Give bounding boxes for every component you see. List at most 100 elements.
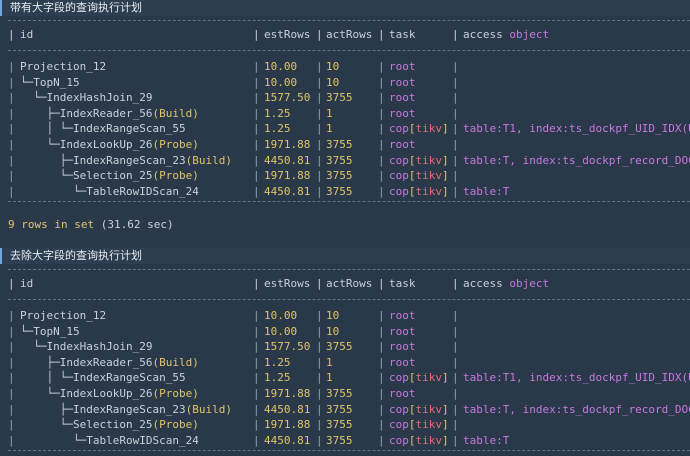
act-rows: 3755: [326, 153, 353, 167]
table-header-row: | id | estRows | actRows | task | access object: [8, 28, 550, 41]
task-type: root: [389, 138, 416, 151]
operator-role: (Build): [185, 153, 232, 167]
col-id: id: [20, 277, 34, 290]
operator-name: IndexHashJoin_29: [46, 340, 153, 354]
tree-connector: │ └─: [20, 371, 73, 385]
task-type: root: [389, 309, 416, 322]
operator-role: (Probe): [152, 387, 199, 400]
task-store: tikv: [415, 371, 443, 385]
est-rows: 1971.88: [264, 169, 311, 183]
operator-name: IndexRangeScan_23: [72, 402, 186, 416]
table-row: | └─IndexHashJoin_29 | 1577.50 | 3755 | root |: [8, 91, 459, 105]
access-object: table:T1, index:ts_dockpf_UID_IDX(UID: [463, 122, 690, 136]
col-access: access: [463, 28, 503, 41]
task-type: cop: [389, 402, 409, 416]
row-count: 9: [8, 218, 15, 231]
tree-connector: └─: [20, 324, 34, 338]
col-object: object: [509, 28, 550, 41]
task-type: cop: [389, 184, 409, 198]
table-row: | └─TableRowIDScan_24 | 4450.81 | 3755 | cop[t…: [8, 433, 510, 447]
operator-name: IndexRangeScan_55: [72, 371, 186, 385]
row-count-text: rows in set: [21, 218, 95, 231]
tree-connector: └─: [20, 418, 73, 432]
table-row: | └─TableRowIDScan_24 | 4450.81 | 3755 | cop[t…: [8, 184, 510, 198]
act-rows: 3755: [326, 91, 353, 105]
access-object: table:T1, index:ts_dockpf_UID_IDX(UID: [463, 371, 690, 385]
access-object: table:T, index:ts_dockpf_record_DOCK: [463, 402, 690, 416]
table-row: | ├─IndexReader_56(Build) | 1.25 | 1 | root |: [8, 355, 459, 369]
tree-connector: └─: [20, 169, 73, 183]
est-rows: 1577.50: [264, 91, 311, 105]
tree-connector: └─: [20, 138, 60, 151]
task-type: cop: [389, 433, 409, 447]
act-rows: 3755: [326, 169, 353, 183]
est-rows: 1.25: [264, 106, 291, 120]
table-row: | ├─IndexRangeScan_23(Build) | 4450.81 | 375…: [8, 402, 690, 418]
est-rows: 1577.50: [264, 340, 311, 354]
tree-connector: └─: [20, 91, 47, 105]
operator-name: Projection_12: [20, 309, 107, 322]
tree-connector: │ └─: [20, 122, 73, 136]
task-type: root: [389, 106, 416, 120]
operator-name: IndexRangeScan_55: [72, 122, 186, 136]
operator-role: (Probe): [152, 138, 199, 151]
est-rows: 1971.88: [264, 387, 311, 400]
result-summary: 9 rows in set (31.62 sec): [8, 217, 174, 233]
col-id: id: [20, 28, 34, 41]
est-rows: 10.00: [264, 75, 298, 89]
act-rows: 3755: [326, 340, 353, 354]
task-type: cop: [389, 169, 409, 183]
act-rows: 10: [326, 60, 340, 73]
act-rows: 3755: [326, 433, 353, 447]
est-rows: 10.00: [264, 324, 298, 338]
col-task: task: [389, 28, 416, 41]
task-type: root: [389, 75, 416, 89]
table-rule: [8, 50, 690, 51]
act-rows: 10: [326, 324, 340, 338]
table-row: | └─Selection_25(Probe) | 1971.88 | 3755 | cop…: [8, 169, 459, 183]
operator-name: TableRowIDScan_24: [86, 184, 199, 198]
access-object: table:T: [463, 184, 510, 198]
tree-connector: ├─: [20, 106, 60, 120]
act-rows: 3755: [326, 402, 353, 416]
act-rows: 10: [326, 309, 340, 322]
table-rule: [8, 450, 690, 452]
task-type: cop: [389, 418, 409, 432]
operator-name: Selection_25: [72, 169, 153, 183]
table-rule: [8, 269, 690, 270]
task-type: root: [389, 355, 416, 369]
act-rows: 1: [326, 106, 333, 120]
task-store: tikv: [415, 153, 443, 167]
operator-name: IndexReader_56: [59, 106, 153, 120]
task-store: tikv: [415, 122, 443, 136]
table-row: | └─IndexLookUp_26(Probe) | 1971.88 | 3755 | r…: [8, 138, 459, 151]
table-rule: [8, 299, 690, 300]
act-rows: 3755: [326, 138, 353, 151]
table-row: | Projection_12 | 10.00 | 10 | root |: [8, 60, 459, 73]
section-title-with-large-fields: 带有大字段的查询执行计划: [0, 0, 690, 16]
tree-connector: ├─: [20, 153, 73, 167]
table-row: | └─TopN_15 | 10.00 | 10 | root |: [8, 324, 459, 338]
table-row: | └─IndexLookUp_26(Probe) | 1971.88 | 3755 | r…: [8, 387, 459, 400]
tree-connector: └─: [20, 387, 60, 400]
act-rows: 1: [326, 355, 333, 369]
access-object: table:T: [463, 433, 510, 447]
table-row: | └─IndexHashJoin_29 | 1577.50 | 3755 | root |: [8, 340, 459, 354]
est-rows: 10.00: [264, 309, 298, 322]
task-type: root: [389, 324, 416, 338]
task-store: tikv: [415, 418, 443, 432]
operator-name: TopN_15: [33, 324, 80, 338]
col-access: access: [463, 277, 503, 290]
table-header-row: | id | estRows | actRows | task | access object: [8, 277, 550, 290]
est-rows: 4450.81: [264, 184, 311, 198]
col-task: task: [389, 277, 416, 290]
tree-connector: └─: [20, 184, 87, 198]
col-estrows: estRows: [264, 277, 311, 290]
act-rows: 1: [326, 371, 333, 385]
task-type: cop: [389, 122, 409, 136]
tree-connector: ├─: [20, 402, 73, 416]
operator-name: TopN_15: [33, 75, 80, 89]
operator-role: (Probe): [152, 418, 199, 432]
operator-role: (Build): [185, 402, 232, 416]
section-title-without-large-fields: 去除大字段的查询执行计划: [0, 248, 690, 264]
